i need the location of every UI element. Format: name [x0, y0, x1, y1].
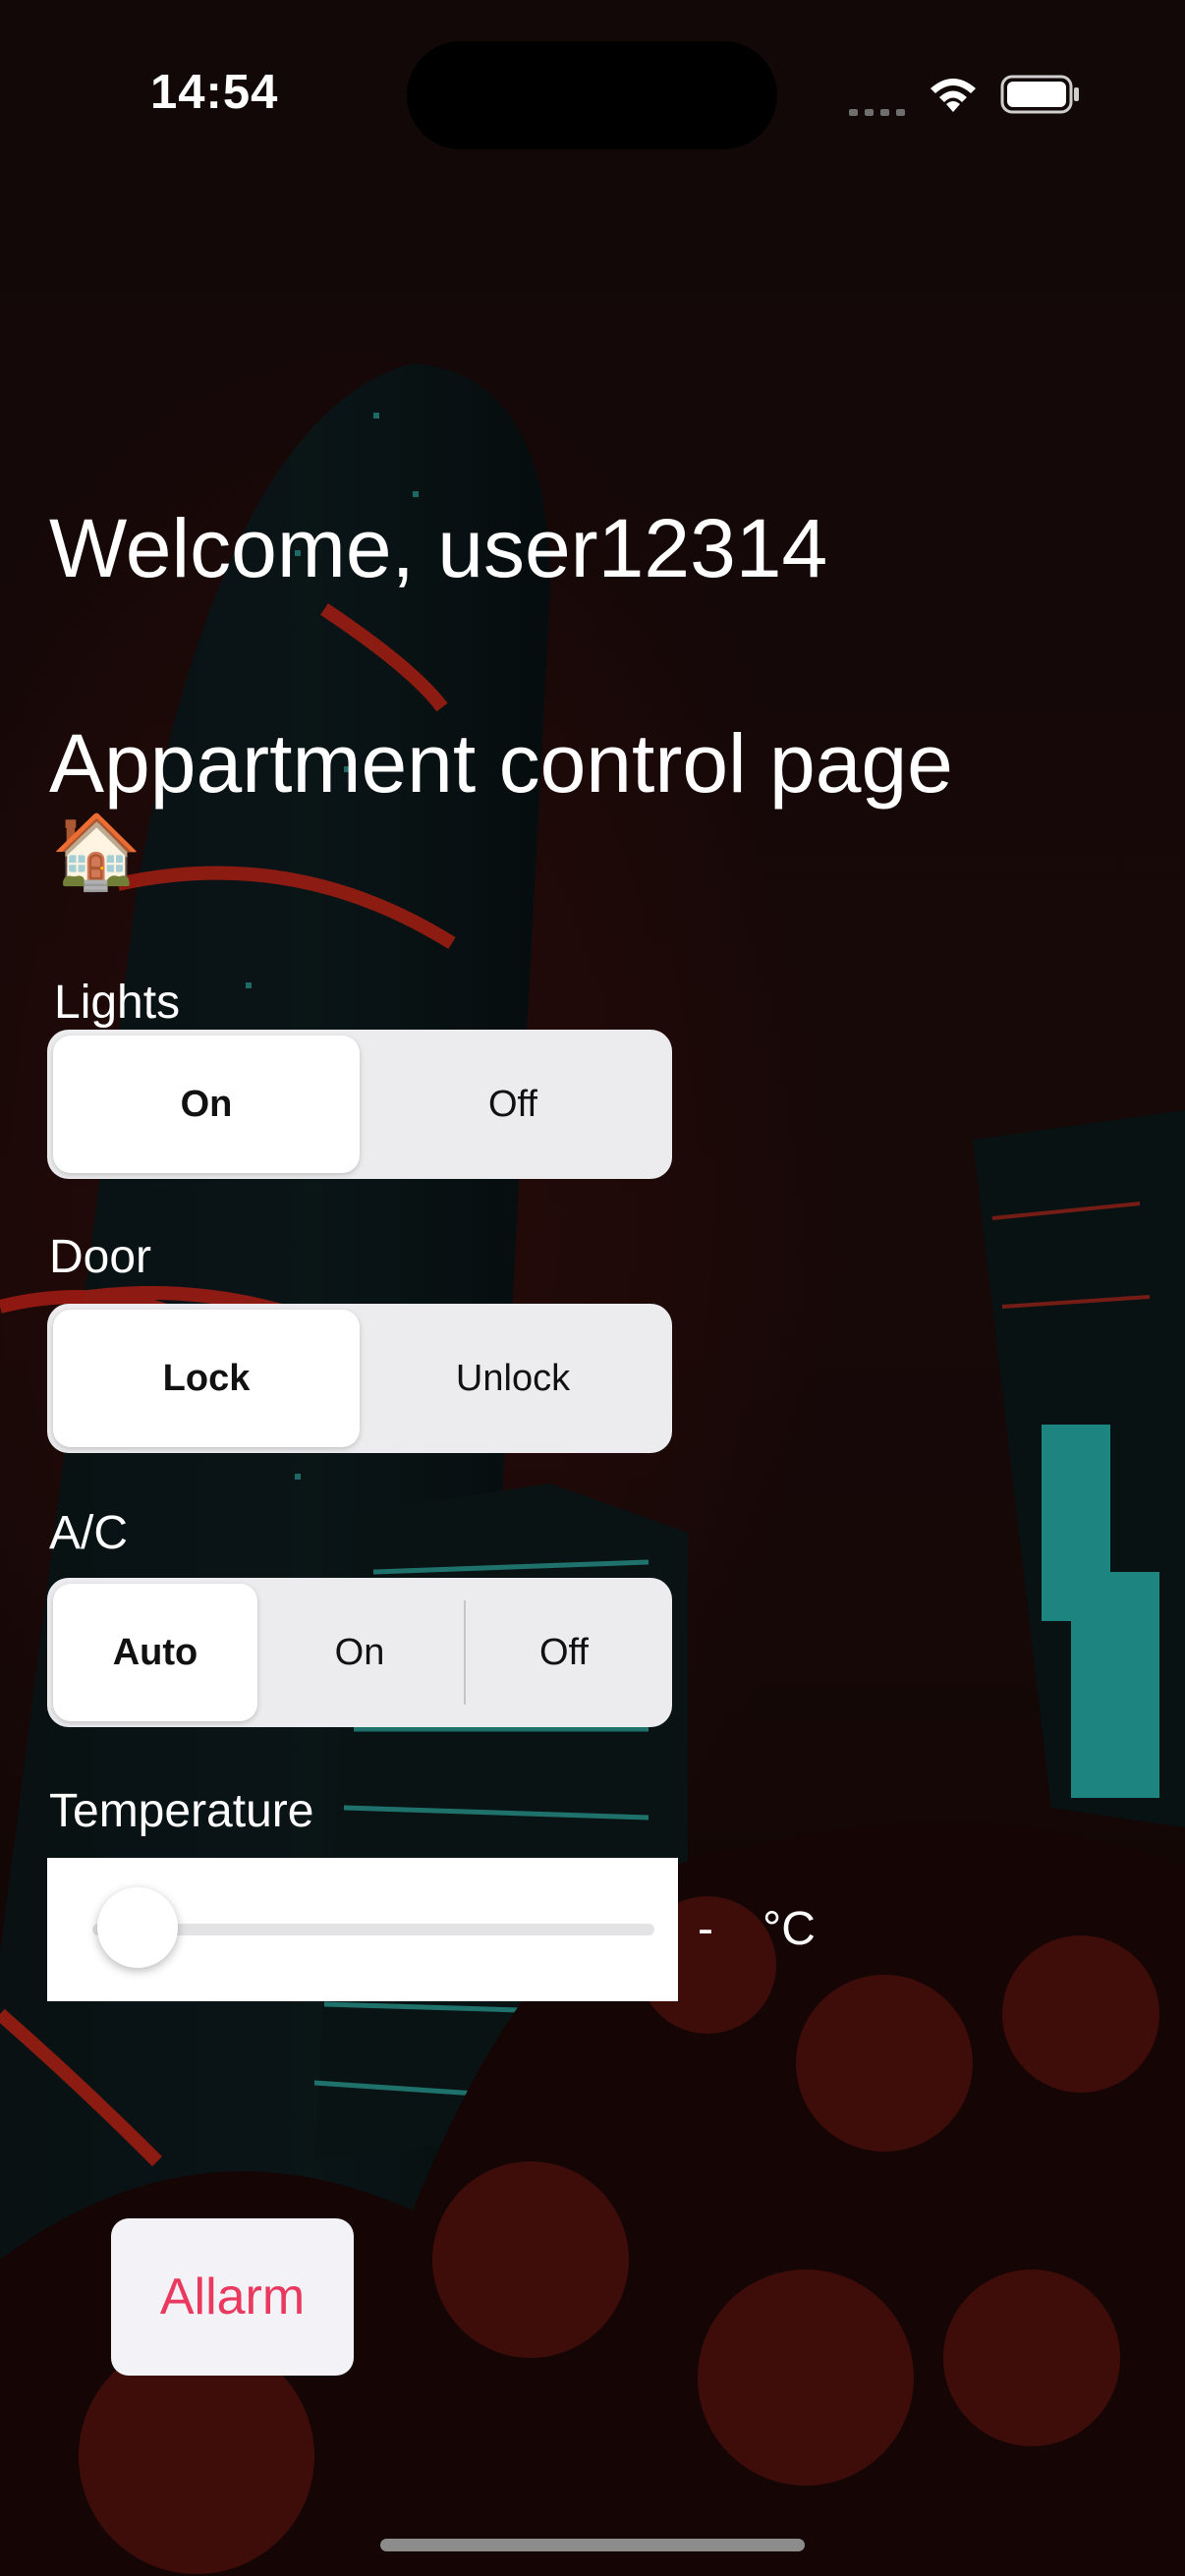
temperature-value: - — [698, 1903, 713, 1955]
slider-thumb[interactable] — [97, 1887, 178, 1968]
ac-off-option[interactable]: Off — [462, 1584, 666, 1721]
cellular-signal-icon — [849, 104, 908, 116]
lights-segmented-control: On Off — [47, 1030, 672, 1179]
background-image — [0, 0, 1185, 2576]
page-subtitle: Appartment control page — [49, 717, 953, 810]
alarm-button[interactable]: Allarm — [111, 2218, 354, 2376]
temperature-slider[interactable] — [47, 1858, 678, 2001]
status-time: 14:54 — [150, 66, 279, 119]
ac-label: A/C — [49, 1507, 129, 1559]
battery-icon — [1000, 75, 1081, 114]
door-segmented-control: Lock Unlock — [47, 1304, 672, 1453]
lights-label: Lights — [54, 977, 181, 1029]
ac-on-option[interactable]: On — [257, 1584, 462, 1721]
welcome-title: Welcome, user12314 — [49, 502, 828, 594]
door-lock-option[interactable]: Lock — [53, 1310, 360, 1447]
door-unlock-option[interactable]: Unlock — [360, 1310, 666, 1447]
door-label: Door — [49, 1231, 152, 1283]
house-emoji: 🏠 — [51, 811, 142, 892]
home-indicator[interactable] — [380, 2539, 805, 2551]
segment-divider — [464, 1600, 466, 1705]
dynamic-island — [407, 41, 777, 149]
lights-off-option[interactable]: Off — [360, 1036, 666, 1173]
ac-segmented-control: Auto On Off — [47, 1578, 672, 1727]
wifi-icon — [928, 75, 979, 114]
temperature-label: Temperature — [49, 1785, 314, 1837]
ac-auto-option[interactable]: Auto — [53, 1584, 257, 1721]
lights-on-option[interactable]: On — [53, 1036, 360, 1173]
temperature-unit: °C — [762, 1903, 816, 1955]
